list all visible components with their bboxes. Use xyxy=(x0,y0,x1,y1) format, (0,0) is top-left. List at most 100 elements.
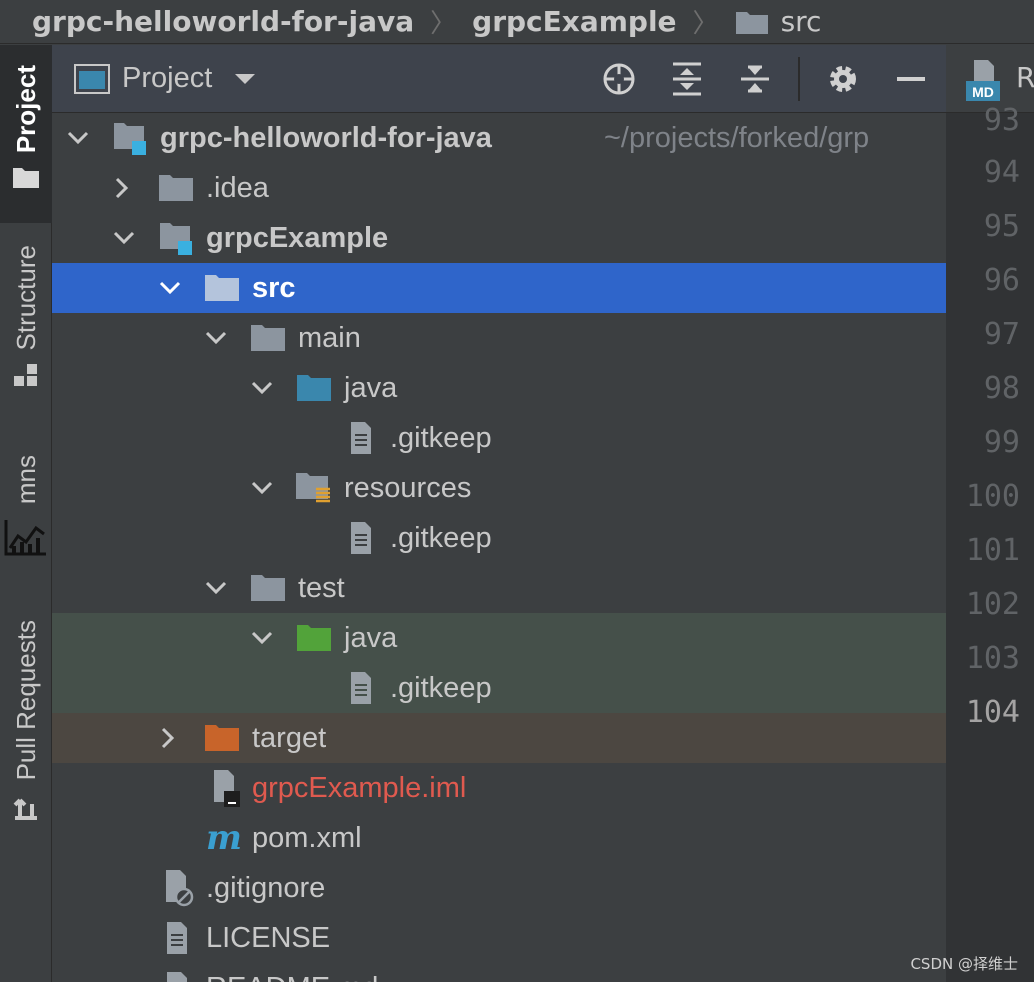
tree-item-label: target xyxy=(252,721,327,754)
tree-item-test-java[interactable]: java xyxy=(52,613,946,663)
breadcrumb-separator: 〉 xyxy=(692,9,719,39)
structure-tool-label: Structure xyxy=(10,245,41,351)
mns-tool-label: mns xyxy=(10,455,41,505)
line-number: 101 xyxy=(965,533,1020,568)
maven-icon: m xyxy=(206,818,242,858)
line-number: 94 xyxy=(983,155,1020,190)
chevron-down-icon[interactable] xyxy=(250,376,274,400)
tree-item-label: README.md xyxy=(206,972,378,982)
tree-item-src[interactable]: src xyxy=(52,263,946,313)
line-number: 93 xyxy=(983,103,1020,138)
tree-item-label: .gitignore xyxy=(206,871,326,904)
tree-item-label: grpc-helloworld-for-java xyxy=(160,121,492,154)
chevron-down-icon[interactable] xyxy=(158,276,182,300)
line-number: 103 xyxy=(965,641,1020,676)
text-file-icon xyxy=(156,920,196,956)
line-number: 100 xyxy=(965,479,1020,514)
tree-item-test[interactable]: test xyxy=(52,563,946,613)
tree-item-label: pom.xml xyxy=(252,821,362,854)
tree-item-label: .idea xyxy=(206,171,269,204)
tree-item-label: src xyxy=(252,271,296,304)
tree-item-file[interactable]: .gitkeep xyxy=(52,413,946,463)
folder-icon xyxy=(735,11,768,34)
chevron-right-icon[interactable] xyxy=(156,726,180,750)
breadcrumb-separator: 〉 xyxy=(430,9,457,39)
tree-item-label: main xyxy=(298,321,361,354)
tree-item-label: .gitkeep xyxy=(390,671,492,704)
tree-item-target[interactable]: target xyxy=(52,713,946,763)
project-panel: Project grpc-helloworld-for-java ~/proje… xyxy=(52,45,946,982)
markdown-file-icon: MD xyxy=(966,60,1000,101)
editor-tab-label: R xyxy=(1016,61,1034,94)
project-tool-label: Project xyxy=(10,65,41,154)
project-tree: grpc-helloworld-for-java ~/projects/fork… xyxy=(52,113,946,982)
text-file-icon xyxy=(340,520,380,556)
minimize-icon[interactable] xyxy=(894,62,928,96)
pull-requests-tool-button[interactable]: Pull Requests xyxy=(0,620,52,840)
text-file-icon xyxy=(340,420,380,456)
iml-file-icon xyxy=(204,770,244,807)
panel-title[interactable]: Project xyxy=(122,62,212,95)
mns-tool-button[interactable]: mns xyxy=(0,455,52,585)
line-number: 102 xyxy=(965,587,1020,622)
tree-item-resources[interactable]: resources xyxy=(52,463,946,513)
tree-item-label: java xyxy=(344,371,398,404)
tree-item-label: .gitkeep xyxy=(390,421,492,454)
line-number: 98 xyxy=(983,371,1020,406)
tree-item-iml[interactable]: grpcExample.iml xyxy=(52,763,946,813)
current-line-number: 104 xyxy=(965,695,1020,730)
tree-item-idea[interactable]: .idea xyxy=(52,163,946,213)
left-tool-strip: Project Structure mns Pull Requests xyxy=(0,45,52,982)
chevron-down-icon[interactable] xyxy=(204,326,228,350)
module-folder-icon xyxy=(156,220,196,256)
project-tool-button[interactable]: Project xyxy=(0,45,52,223)
editor-gutter: MD R 93 94 95 96 97 98 99 100 101 102 10… xyxy=(946,45,1034,982)
tree-item-file[interactable]: .gitkeep xyxy=(52,663,946,713)
chart-icon xyxy=(4,520,46,556)
line-number: 99 xyxy=(983,425,1020,460)
pull-request-icon xyxy=(13,799,37,821)
tree-item-label: grpcExample xyxy=(206,221,389,254)
breadcrumb-item-project[interactable]: grpc-helloworld-for-java xyxy=(32,5,414,38)
module-folder-icon xyxy=(110,120,150,156)
locate-icon[interactable] xyxy=(602,62,636,96)
folder-icon xyxy=(248,570,288,606)
excluded-folder-icon xyxy=(202,720,242,756)
chevron-down-icon[interactable] xyxy=(112,226,136,250)
tree-item-label: test xyxy=(298,571,345,604)
structure-tool-button[interactable]: Structure xyxy=(0,245,52,415)
tree-item-file[interactable]: .gitkeep xyxy=(52,513,946,563)
breadcrumb: grpc-helloworld-for-java 〉 grpcExample 〉… xyxy=(0,0,1034,44)
chevron-down-icon[interactable] xyxy=(250,626,274,650)
folder-icon xyxy=(202,270,242,306)
expand-all-icon[interactable] xyxy=(670,62,704,96)
chevron-down-icon[interactable] xyxy=(204,576,228,600)
tree-item-root[interactable]: grpc-helloworld-for-java ~/projects/fork… xyxy=(52,113,946,163)
folder-icon xyxy=(13,168,39,189)
tree-item-main[interactable]: main xyxy=(52,313,946,363)
tree-item-label: java xyxy=(344,621,398,654)
line-number: 97 xyxy=(983,317,1020,352)
collapse-all-icon[interactable] xyxy=(738,62,772,96)
tree-item-gitignore[interactable]: .gitignore xyxy=(52,863,946,913)
text-file-icon xyxy=(340,670,380,706)
tree-item-label: grpcExample.iml xyxy=(252,771,467,804)
tree-item-license[interactable]: LICENSE xyxy=(52,913,946,963)
tree-item-module[interactable]: grpcExample xyxy=(52,213,946,263)
tree-item-pom[interactable]: m pom.xml xyxy=(52,813,946,863)
chevron-down-icon[interactable] xyxy=(250,476,274,500)
gear-icon[interactable] xyxy=(826,62,860,96)
tree-item-main-java[interactable]: java xyxy=(52,363,946,413)
source-folder-icon xyxy=(294,370,334,406)
test-folder-icon xyxy=(294,620,334,656)
tree-item-path: ~/projects/forked/grp xyxy=(604,121,870,154)
tree-item-readme[interactable]: README.md xyxy=(52,963,946,982)
chevron-down-icon[interactable] xyxy=(234,72,256,86)
breadcrumb-item-src[interactable]: src xyxy=(781,5,822,38)
chevron-down-icon[interactable] xyxy=(66,126,90,150)
folder-icon xyxy=(248,320,288,356)
line-number: 95 xyxy=(983,209,1020,244)
chevron-right-icon[interactable] xyxy=(110,176,134,200)
md-badge: MD xyxy=(972,84,994,100)
breadcrumb-item-module[interactable]: grpcExample xyxy=(472,5,676,38)
